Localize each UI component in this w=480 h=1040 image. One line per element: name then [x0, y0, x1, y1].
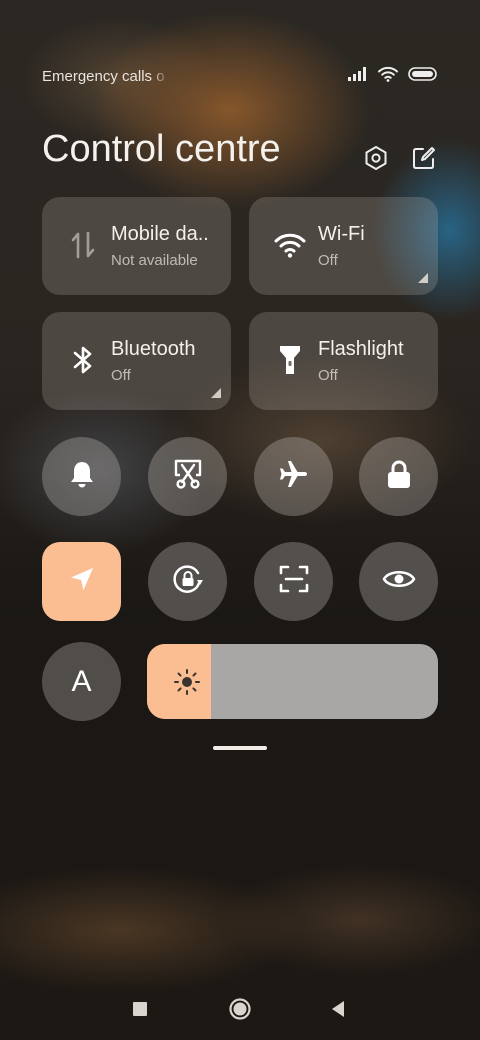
screenshot-icon	[173, 458, 203, 495]
edit-button[interactable]	[410, 146, 438, 174]
toggle-reading-mode[interactable]	[359, 542, 438, 621]
bell-icon	[68, 459, 96, 494]
lock-icon	[386, 459, 412, 494]
expand-indicator-icon[interactable]	[211, 388, 221, 398]
expand-indicator-icon[interactable]	[418, 273, 428, 283]
tile-label: Mobile da..	[111, 223, 209, 245]
tile-wifi[interactable]: Wi-Fi Off	[249, 197, 438, 295]
tile-label: Bluetooth	[111, 338, 196, 360]
tile-status: Off	[111, 367, 131, 384]
tile-label: Flashlight	[318, 338, 404, 360]
toggle-auto-brightness[interactable]: A	[42, 642, 121, 721]
toggle-scanner[interactable]	[254, 542, 333, 621]
toggle-sound[interactable]	[42, 437, 121, 516]
mobile-data-icon	[66, 227, 100, 263]
tile-status: Not available	[111, 252, 198, 269]
tile-status: Off	[318, 252, 338, 269]
scanner-icon	[278, 563, 310, 600]
toggle-rotation-lock[interactable]	[148, 542, 227, 621]
back-icon	[330, 1000, 346, 1023]
toggle-airplane[interactable]	[254, 437, 333, 516]
toggle-screenshot[interactable]	[148, 437, 227, 516]
location-icon	[68, 565, 96, 598]
home-icon	[228, 997, 252, 1026]
toggle-location[interactable]	[42, 542, 121, 621]
auto-brightness-icon: A	[71, 664, 92, 698]
status-icons	[348, 66, 438, 87]
signal-icon	[348, 66, 368, 86]
recents-icon	[132, 1001, 148, 1022]
tile-mobile-data[interactable]: Mobile da.. Not available	[42, 197, 231, 295]
wifi-icon	[378, 66, 398, 87]
tile-bluetooth[interactable]: Bluetooth Off	[42, 312, 231, 410]
sun-icon	[173, 668, 201, 696]
tile-label: Wi-Fi	[318, 223, 365, 245]
panel-handle[interactable]	[213, 746, 267, 750]
rotation-lock-icon	[170, 561, 206, 602]
eye-icon	[382, 567, 416, 596]
home-button[interactable]	[227, 997, 253, 1026]
tile-status: Off	[318, 367, 338, 384]
back-button[interactable]	[325, 998, 351, 1024]
settings-button[interactable]	[362, 145, 390, 176]
status-bar: Emergency calls o	[42, 64, 438, 88]
brightness-slider[interactable]	[147, 644, 438, 719]
page-title: Control centre	[42, 128, 281, 170]
recents-button[interactable]	[127, 998, 153, 1024]
bluetooth-icon	[66, 342, 100, 378]
battery-icon	[408, 66, 438, 86]
tile-flashlight[interactable]: Flashlight Off	[249, 312, 438, 410]
toggle-lock[interactable]	[359, 437, 438, 516]
flashlight-icon	[273, 342, 307, 378]
settings-icon	[363, 145, 389, 176]
status-text: Emergency calls o	[42, 67, 165, 85]
wifi-icon	[273, 227, 307, 263]
edit-icon	[411, 145, 437, 176]
airplane-icon	[279, 459, 309, 494]
